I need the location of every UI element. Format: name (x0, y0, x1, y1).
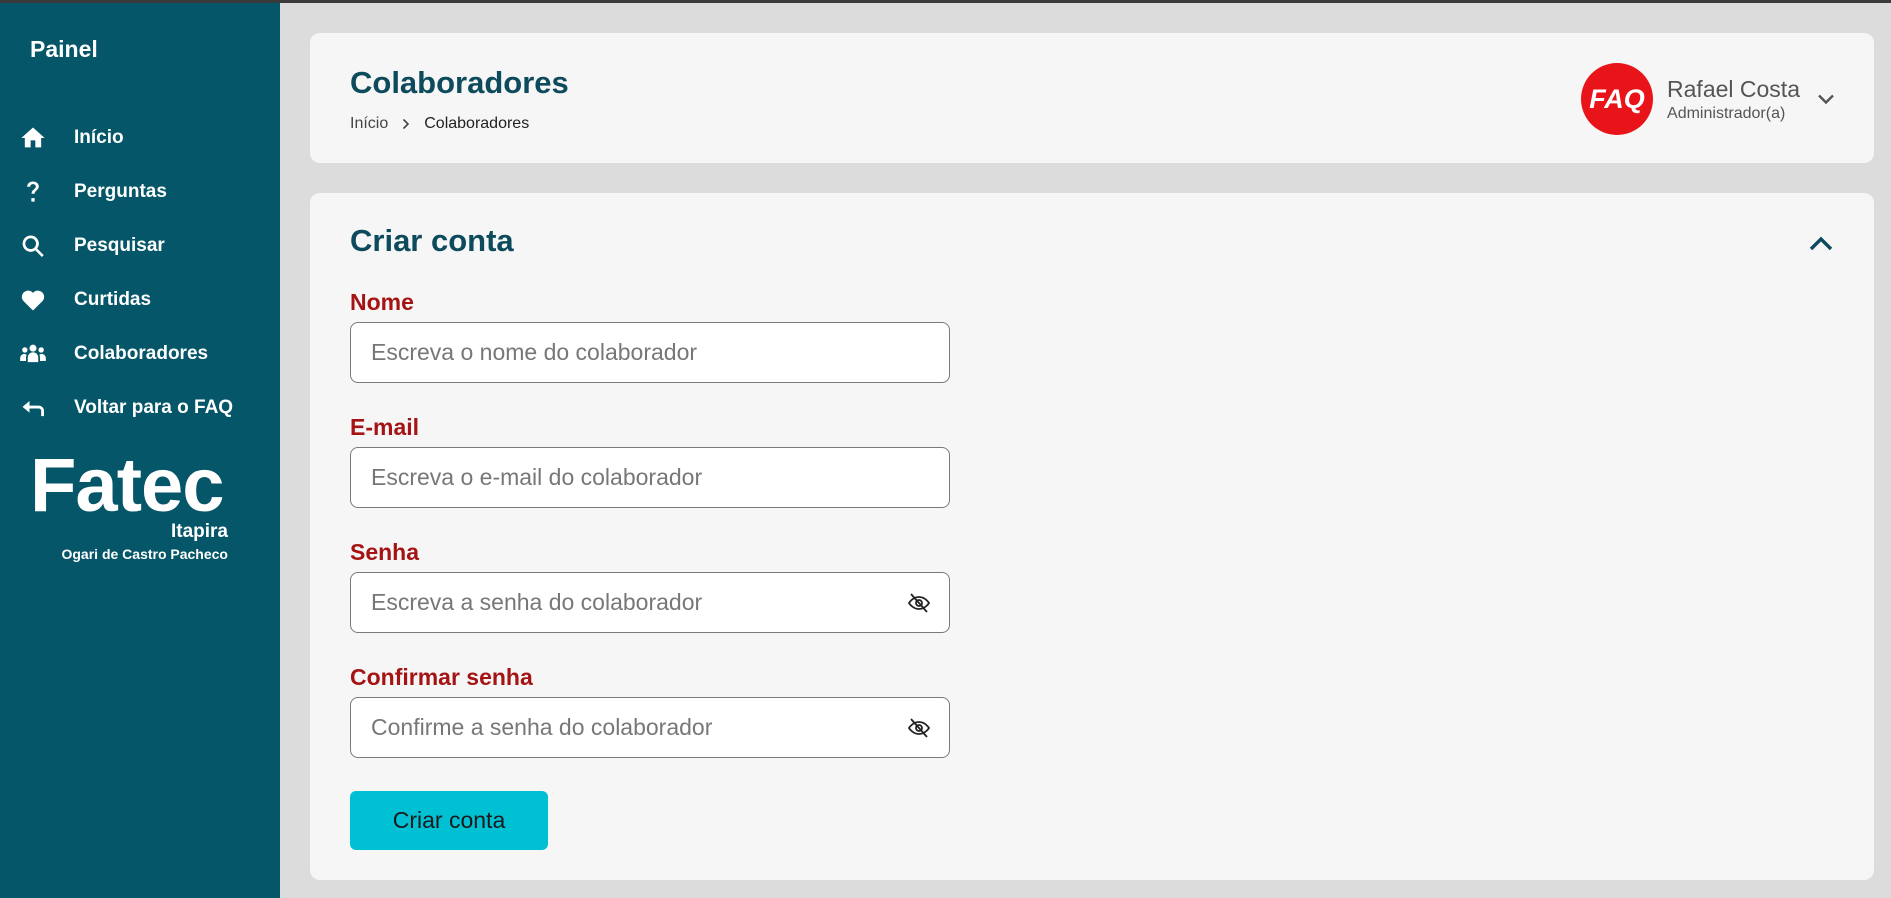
name-label: Nome (350, 289, 414, 315)
password-input[interactable] (351, 573, 949, 632)
sidebar-item-label: Voltar para o FAQ (74, 397, 234, 418)
eye-off-icon[interactable] (907, 716, 931, 740)
page-title: Colaboradores (350, 65, 569, 100)
sidebar: Painel Início Perguntas Pesquisar Curtid… (0, 3, 280, 898)
home-icon (18, 123, 48, 153)
password-field-group: Senha (350, 539, 950, 633)
sidebar-item-label: Perguntas (74, 181, 167, 202)
chevron-down-icon[interactable] (1814, 87, 1838, 111)
chevron-up-icon[interactable] (1804, 227, 1838, 261)
heart-icon (18, 285, 48, 315)
create-account-panel: Criar conta Nome E-mail Senha Confirmar … (310, 193, 1874, 880)
logo-main-text: Fatec (30, 443, 225, 528)
sidebar-item-label: Início (74, 127, 124, 148)
users-icon (18, 339, 48, 369)
password-label: Senha (350, 539, 420, 565)
sidebar-item-label: Curtidas (74, 289, 152, 310)
logo-sub-text: Ogari de Castro Pacheco (61, 546, 228, 562)
page-header: Colaboradores Início Colaboradores FAQ R… (310, 33, 1874, 163)
avatar: FAQ (1581, 63, 1654, 135)
user-role: Administrador(a) (1667, 104, 1786, 122)
breadcrumb-current: Colaboradores (424, 115, 530, 132)
breadcrumb: Início Colaboradores (350, 115, 529, 133)
email-input[interactable] (351, 448, 949, 507)
name-field-group: Nome (350, 289, 950, 383)
sidebar-item-perguntas[interactable]: Perguntas (0, 165, 280, 219)
sidebar-item-voltar-faq[interactable]: Voltar para o FAQ (0, 381, 280, 435)
sidebar-item-pesquisar[interactable]: Pesquisar (0, 219, 280, 273)
question-icon (18, 177, 48, 207)
fatec-logo: Fatec Itapira Ogari de Castro Pacheco (30, 443, 230, 564)
sidebar-item-label: Pesquisar (74, 235, 165, 256)
form-title: Criar conta (350, 223, 514, 258)
sidebar-item-inicio[interactable]: Início (0, 111, 280, 165)
create-account-button[interactable]: Criar conta (350, 791, 548, 850)
email-label: E-mail (350, 414, 420, 440)
sidebar-nav: Início Perguntas Pesquisar Curtidas Cola… (0, 111, 280, 435)
eye-off-icon[interactable] (907, 591, 931, 615)
chevron-right-icon (403, 118, 410, 130)
confirm-password-input[interactable] (351, 698, 949, 757)
back-arrow-icon (18, 393, 48, 423)
sidebar-item-label: Colaboradores (74, 343, 209, 364)
email-field-group: E-mail (350, 414, 950, 508)
breadcrumb-home-link[interactable]: Início (350, 115, 388, 133)
sidebar-item-colaboradores[interactable]: Colaboradores (0, 327, 280, 381)
name-input-wrapper (350, 322, 950, 383)
password-input-wrapper (350, 572, 950, 633)
sidebar-brand: Painel (30, 36, 98, 62)
user-menu[interactable]: FAQ Rafael Costa Administrador(a) (1581, 63, 1838, 135)
confirm-password-label: Confirmar senha (350, 664, 533, 690)
search-icon (18, 231, 48, 261)
window-top-border (0, 0, 1891, 3)
confirm-password-input-wrapper (350, 697, 950, 758)
email-input-wrapper (350, 447, 950, 508)
sidebar-item-curtidas[interactable]: Curtidas (0, 273, 280, 327)
name-input[interactable] (351, 323, 949, 382)
user-name: Rafael Costa (1667, 75, 1800, 102)
confirm-password-field-group: Confirmar senha (350, 664, 950, 758)
user-info: Rafael Costa Administrador(a) (1667, 76, 1800, 123)
